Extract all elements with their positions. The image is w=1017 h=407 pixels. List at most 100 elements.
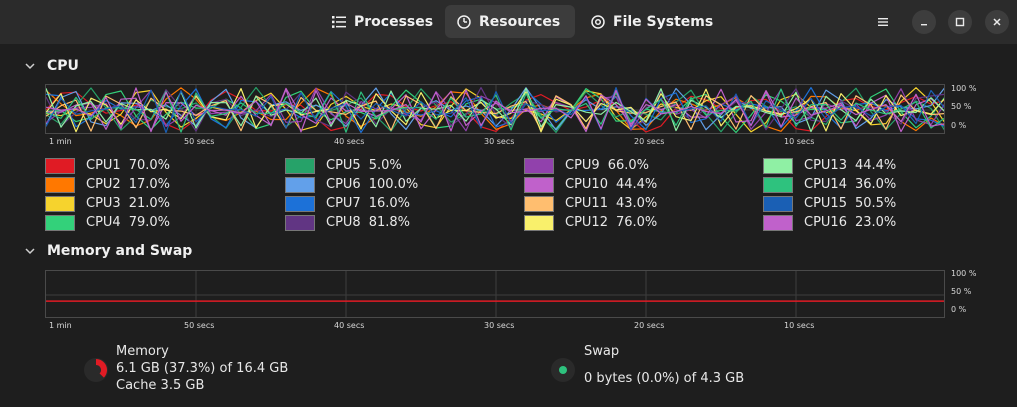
cpu-usage-value: 81.8% — [368, 215, 411, 230]
cpu-name: CPU5 — [326, 158, 361, 173]
color-swatch[interactable] — [524, 195, 554, 212]
color-swatch[interactable] — [763, 195, 793, 212]
memory-history-graph — [45, 270, 945, 318]
cpu-name: CPU10 — [565, 177, 608, 192]
color-swatch[interactable] — [285, 214, 315, 231]
cpu-legend-item: CPU12 76.0% — [524, 214, 657, 231]
color-swatch[interactable] — [45, 176, 75, 193]
cpu-legend: CPU1 70.0% CPU2 17.0% CPU3 21.0% CPU4 79.0% CPU5… — [45, 157, 945, 233]
x-tick-label: 1 min — [49, 321, 72, 330]
ring-dot — [559, 366, 567, 374]
menu-icon — [878, 18, 888, 26]
cpu-legend-item: CPU6 100.0% — [285, 176, 418, 193]
cpu-usage-value: 16.0% — [368, 196, 411, 211]
cpu-name: CPU9 — [565, 158, 600, 173]
cpu-name: CPU7 — [326, 196, 361, 211]
cpu-legend-item: CPU10 44.4% — [524, 176, 657, 193]
cpu-legend-item: CPU4 79.0% — [45, 214, 170, 231]
x-tick-label: 20 secs — [634, 137, 665, 146]
color-swatch[interactable] — [285, 176, 315, 193]
x-tick-label: 50 secs — [184, 321, 215, 330]
x-tick-label: 10 secs — [784, 321, 815, 330]
cpu-usage-value: 70.0% — [128, 158, 171, 173]
tab-file-systems[interactable]: File Systems — [579, 5, 725, 38]
tab-label: File Systems — [613, 13, 714, 30]
y-tick-label: 100 % — [951, 84, 977, 93]
color-swatch[interactable] — [524, 214, 554, 231]
cpu-name: CPU3 — [86, 196, 121, 211]
chevron-down-icon — [25, 248, 35, 255]
memory-info: Memory 6.1 GB (37.3%) of 16.4 GB Cache 3… — [116, 343, 288, 394]
cpu-usage-value: 17.0% — [128, 177, 171, 192]
x-tick-label: 30 secs — [484, 137, 515, 146]
color-swatch[interactable] — [763, 176, 793, 193]
cpu-legend-item: CPU16 23.0% — [763, 214, 896, 231]
color-swatch[interactable] — [524, 157, 554, 174]
swap-usage: 0 bytes (0.0%) of 4.3 GB — [584, 371, 745, 386]
header-bar: Processes Resources File Systems — [0, 0, 1017, 44]
cpu-legend-item: CPU2 17.0% — [45, 176, 170, 193]
cpu-name: CPU12 — [565, 215, 608, 230]
cpu-legend-item: CPU15 50.5% — [763, 195, 896, 212]
tab-label: Resources — [479, 13, 561, 30]
list-icon — [332, 15, 346, 28]
minimize-icon — [921, 24, 927, 26]
memory-usage: 6.1 GB (37.3%) of 16.4 GB — [116, 361, 289, 376]
color-swatch[interactable] — [524, 176, 554, 193]
color-swatch[interactable] — [45, 214, 75, 231]
chevron-down-icon — [25, 63, 35, 70]
y-tick-label: 0 % — [951, 305, 967, 314]
swap-info: Swap 0 bytes (0.0%) of 4.3 GB — [584, 343, 744, 387]
memory-x-axis: 1 min 50 secs 40 secs 30 secs 20 secs 10… — [45, 321, 945, 333]
x-tick-label: 40 secs — [334, 137, 365, 146]
cpu-history-graph — [45, 84, 945, 134]
tab-processes[interactable]: Processes — [320, 5, 445, 38]
y-tick-label: 100 % — [951, 269, 977, 278]
color-swatch[interactable] — [285, 195, 315, 212]
cpu-usage-value: 76.0% — [615, 215, 658, 230]
x-tick-label: 30 secs — [484, 321, 515, 330]
swap-label: Swap — [584, 344, 620, 359]
memory-section-header[interactable]: Memory and Swap — [25, 243, 192, 259]
section-title: CPU — [47, 58, 79, 74]
close-button[interactable] — [985, 10, 1009, 34]
tab-resources[interactable]: Resources — [445, 5, 575, 38]
tab-label: Processes — [354, 13, 434, 30]
section-title: Memory and Swap — [47, 243, 193, 259]
cpu-usage-value: 50.5% — [854, 196, 897, 211]
cpu-name: CPU2 — [86, 177, 121, 192]
cpu-usage-value: 21.0% — [128, 196, 171, 211]
color-swatch[interactable] — [763, 214, 793, 231]
cpu-x-axis: 1 min 50 secs 40 secs 30 secs 20 secs 10… — [45, 137, 945, 149]
color-swatch[interactable] — [45, 157, 75, 174]
cpu-legend-item: CPU13 44.4% — [763, 157, 896, 174]
color-swatch[interactable] — [45, 195, 75, 212]
cpu-name: CPU11 — [565, 196, 608, 211]
cpu-name: CPU15 — [804, 196, 847, 211]
menu-button[interactable] — [871, 10, 895, 34]
color-swatch[interactable] — [763, 157, 793, 174]
cpu-name: CPU8 — [326, 215, 361, 230]
cpu-legend-item: CPU3 21.0% — [45, 195, 170, 212]
memory-label: Memory — [116, 344, 169, 359]
cpu-usage-value: 36.0% — [854, 177, 897, 192]
cpu-name: CPU4 — [86, 215, 121, 230]
cpu-name: CPU13 — [804, 158, 847, 173]
cpu-legend-item: CPU7 16.0% — [285, 195, 410, 212]
x-tick-label: 20 secs — [634, 321, 665, 330]
cpu-name: CPU14 — [804, 177, 847, 192]
y-tick-label: 50 % — [951, 287, 972, 296]
cpu-name: CPU16 — [804, 215, 847, 230]
cpu-section-header[interactable]: CPU — [25, 58, 79, 74]
color-swatch[interactable] — [285, 157, 315, 174]
gauge-icon — [457, 14, 471, 29]
disk-icon — [591, 14, 605, 29]
cpu-usage-value: 23.0% — [854, 215, 897, 230]
cpu-name: CPU6 — [326, 177, 361, 192]
maximize-button[interactable] — [948, 10, 972, 34]
close-icon — [993, 18, 1001, 26]
x-tick-label: 10 secs — [784, 137, 815, 146]
minimize-button[interactable] — [912, 10, 936, 34]
cpu-legend-item: CPU9 66.0% — [524, 157, 649, 174]
cpu-legend-item: CPU8 81.8% — [285, 214, 410, 231]
